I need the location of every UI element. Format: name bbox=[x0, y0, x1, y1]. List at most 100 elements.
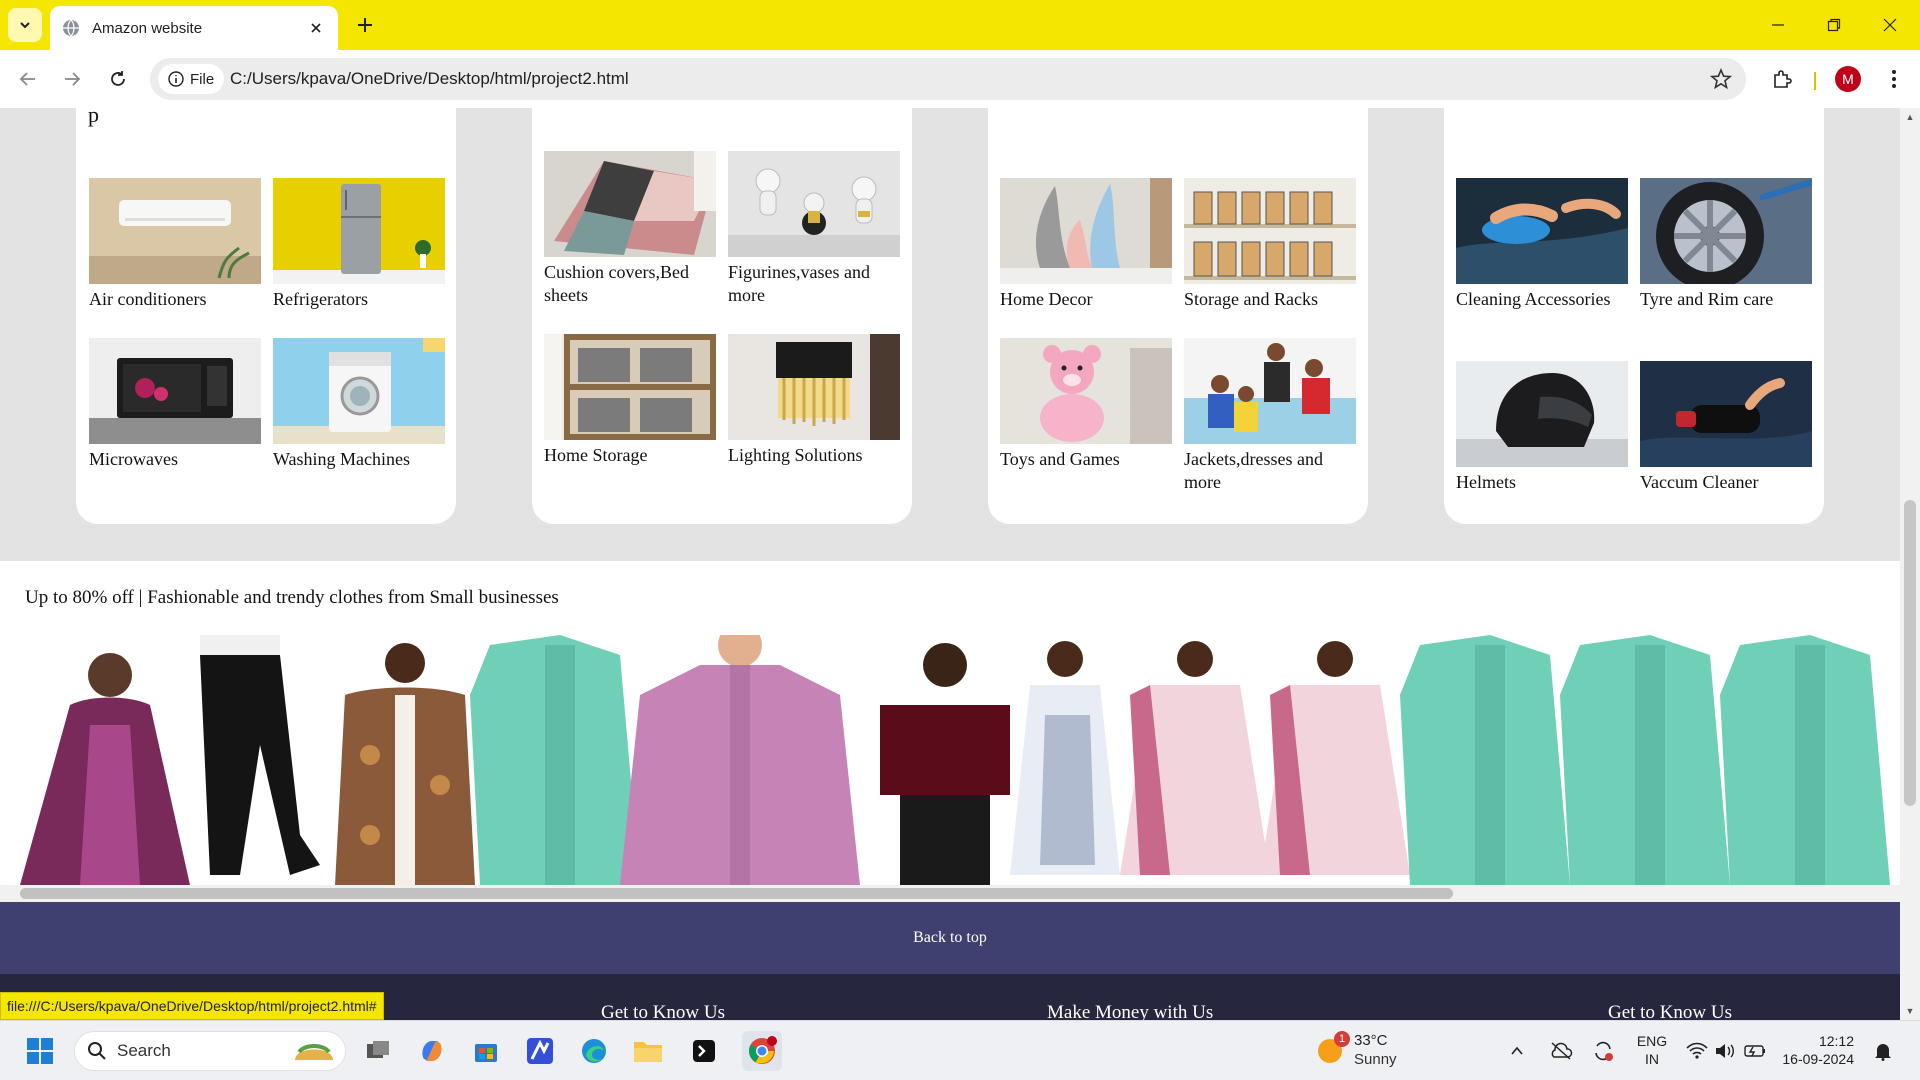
weather-widget[interactable]: 1 33°C Sunny bbox=[1314, 1029, 1434, 1073]
reload-button[interactable] bbox=[100, 61, 136, 97]
wifi-button[interactable] bbox=[1684, 1031, 1710, 1071]
close-icon bbox=[1883, 18, 1897, 32]
back-to-top-link[interactable]: Back to top bbox=[913, 929, 987, 947]
tab-close-button[interactable] bbox=[306, 18, 326, 38]
category-card-automotive: Cleaning Accessories Tyre and Rim care H… bbox=[1444, 108, 1824, 524]
vertical-scroll-thumb[interactable] bbox=[1904, 500, 1916, 806]
task-view-button[interactable] bbox=[358, 1031, 398, 1071]
category-item[interactable]: Figurines,vases and more bbox=[728, 151, 900, 307]
back-to-top-bar[interactable]: Back to top bbox=[0, 902, 1900, 974]
product-carousel[interactable] bbox=[0, 623, 1900, 885]
category-label: Cushion covers,Bed sheets bbox=[544, 262, 689, 305]
scroll-up-icon[interactable]: ▲ bbox=[1905, 112, 1915, 122]
category-label: Vaccum Cleaner bbox=[1640, 472, 1759, 492]
restore-button[interactable] bbox=[1806, 0, 1862, 50]
extensions-button[interactable] bbox=[1764, 61, 1800, 97]
windows-logo-icon bbox=[27, 1038, 53, 1064]
horizontal-scrollbar[interactable] bbox=[0, 885, 1900, 902]
product-image-pink-suit[interactable] bbox=[1120, 641, 1270, 875]
product-image-green-shirt-3[interactable] bbox=[1560, 635, 1730, 885]
category-item[interactable]: Tyre and Rim care bbox=[1640, 178, 1812, 311]
category-label: Tyre and Rim care bbox=[1640, 289, 1774, 309]
category-item[interactable]: Microwaves bbox=[89, 338, 261, 471]
app-button[interactable] bbox=[520, 1031, 560, 1071]
category-item[interactable]: Helmets bbox=[1456, 361, 1628, 494]
category-item[interactable]: Cushion covers,Bed sheets bbox=[544, 151, 716, 307]
restore-icon bbox=[1827, 18, 1841, 32]
product-image-kurta[interactable] bbox=[20, 653, 190, 885]
product-image-pink-shirt[interactable] bbox=[620, 623, 860, 885]
profile-avatar[interactable]: M bbox=[1835, 66, 1861, 92]
sync-button[interactable] bbox=[1588, 1031, 1618, 1071]
category-item[interactable]: Home Decor bbox=[1000, 178, 1172, 311]
notifications-button[interactable] bbox=[1868, 1031, 1898, 1071]
product-image-green-shirt[interactable] bbox=[470, 635, 640, 885]
tab-search-button[interactable] bbox=[8, 8, 42, 42]
taskbar-search[interactable]: Search bbox=[74, 1031, 346, 1071]
close-window-button[interactable] bbox=[1862, 0, 1918, 50]
category-item[interactable]: Lighting Solutions bbox=[728, 334, 900, 467]
category-label: Toys and Games bbox=[1000, 449, 1120, 469]
browser-menu-button[interactable] bbox=[1876, 61, 1912, 97]
category-card-appliances: p Air conditioners Refrigerators Microwa… bbox=[76, 108, 456, 524]
vertical-scrollbar[interactable]: ▲ ▼ bbox=[1900, 108, 1920, 1020]
tray-overflow-button[interactable] bbox=[1502, 1031, 1532, 1071]
product-image-printed-jacket[interactable] bbox=[335, 643, 475, 885]
product-image-floral-kurta[interactable] bbox=[1010, 641, 1120, 875]
product-image-pink-suit-2[interactable] bbox=[1260, 641, 1410, 875]
browser-tab-active[interactable]: Amazon website bbox=[50, 6, 338, 50]
air-conditioner-image bbox=[89, 178, 261, 284]
edge-button[interactable] bbox=[574, 1031, 614, 1071]
category-item[interactable]: Toys and Games bbox=[1000, 338, 1172, 471]
minimize-button[interactable] bbox=[1750, 0, 1806, 50]
category-item[interactable]: Refrigerators bbox=[273, 178, 445, 311]
category-item[interactable]: Cleaning Accessories bbox=[1456, 178, 1628, 311]
chevron-up-icon bbox=[1511, 1046, 1523, 1055]
onedrive-button[interactable] bbox=[1546, 1031, 1576, 1071]
scroll-down-icon[interactable]: ▼ bbox=[1905, 1006, 1915, 1016]
lighting-image bbox=[728, 334, 900, 440]
site-info-chip[interactable]: File bbox=[158, 64, 225, 94]
language-indicator[interactable]: ENG IN bbox=[1632, 1033, 1672, 1067]
product-image-cargo-pants[interactable] bbox=[200, 635, 320, 875]
tab-strip: Amazon website bbox=[0, 0, 1920, 50]
category-item[interactable]: Air conditioners bbox=[89, 178, 261, 311]
arrow-right-icon bbox=[65, 72, 81, 86]
microsoft-store-button[interactable] bbox=[466, 1031, 506, 1071]
start-button[interactable] bbox=[20, 1031, 60, 1071]
copilot-button[interactable] bbox=[412, 1031, 452, 1071]
address-bar[interactable]: File C:/Users/kpava/OneDrive/Desktop/htm… bbox=[150, 58, 1746, 100]
category-label: Helmets bbox=[1456, 472, 1516, 492]
category-item[interactable]: Washing Machines bbox=[273, 338, 445, 471]
search-icon bbox=[88, 1042, 106, 1060]
product-image-green-shirt-4[interactable] bbox=[1720, 635, 1890, 885]
category-item[interactable]: Home Storage bbox=[544, 334, 716, 467]
arrow-left-icon bbox=[19, 72, 35, 86]
category-label: Home Storage bbox=[544, 445, 648, 465]
fashion-section: Up to 80% off | Fashionable and trendy c… bbox=[0, 561, 1900, 901]
horizontal-scroll-thumb[interactable] bbox=[20, 888, 1453, 899]
volume-button[interactable] bbox=[1712, 1031, 1738, 1071]
section-title: Up to 80% off | Fashionable and trendy c… bbox=[25, 587, 559, 608]
category-item[interactable]: Vaccum Cleaner bbox=[1640, 361, 1812, 494]
back-button[interactable] bbox=[10, 61, 46, 97]
app-button[interactable] bbox=[684, 1031, 724, 1071]
category-card-home: Cushion covers,Bed sheets Figurines,vase… bbox=[532, 108, 912, 524]
status-bubble: file:///C:/Users/kpava/OneDrive/Desktop/… bbox=[0, 992, 384, 1020]
washing-machine-image bbox=[273, 338, 445, 444]
product-image-maroon-top[interactable] bbox=[880, 643, 1010, 885]
file-explorer-button[interactable] bbox=[628, 1031, 668, 1071]
region-code: IN bbox=[1645, 1051, 1659, 1067]
new-tab-button[interactable] bbox=[350, 10, 380, 40]
url-text[interactable]: C:/Users/kpava/OneDrive/Desktop/html/pro… bbox=[230, 69, 629, 89]
forward-button[interactable] bbox=[54, 61, 90, 97]
microwave-image bbox=[89, 338, 261, 444]
figurines-image bbox=[728, 151, 900, 257]
battery-button[interactable] bbox=[1742, 1031, 1768, 1071]
chrome-button[interactable] bbox=[742, 1031, 782, 1071]
clock[interactable]: 12:12 16-09-2024 bbox=[1780, 1033, 1854, 1067]
product-image-green-shirt-2[interactable] bbox=[1400, 635, 1570, 885]
category-item[interactable]: Jackets,dresses and more bbox=[1184, 338, 1356, 494]
bookmark-star-icon[interactable] bbox=[1710, 68, 1732, 90]
category-item[interactable]: Storage and Racks bbox=[1184, 178, 1356, 311]
